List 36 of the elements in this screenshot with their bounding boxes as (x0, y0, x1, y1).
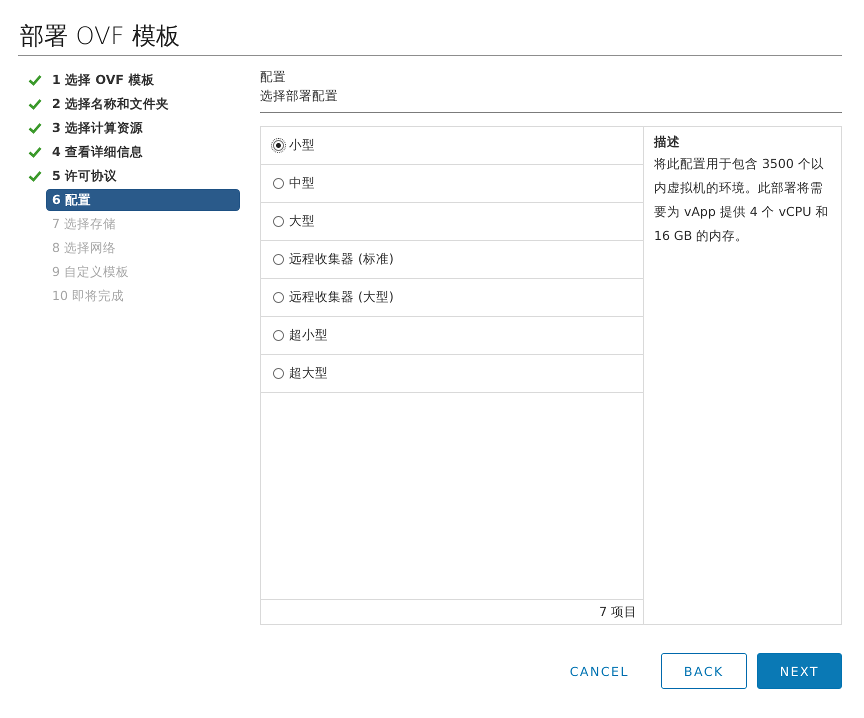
step-item[interactable]: 5 许可协议 (46, 165, 240, 187)
window-title: 部署 OVF 模板 (20, 21, 180, 52)
step-item[interactable]: 4 查看详细信息 (46, 141, 240, 163)
option-label: 中型 (289, 175, 315, 192)
radio-button[interactable] (273, 254, 284, 265)
option-row[interactable]: 超大型 (261, 355, 643, 393)
radio-button[interactable] (273, 330, 284, 341)
radio-button[interactable] (273, 140, 284, 151)
radio-button[interactable] (273, 292, 284, 303)
step-item[interactable]: 3 选择计算资源 (46, 117, 240, 139)
option-label: 小型 (289, 137, 315, 154)
option-row[interactable]: 远程收集器 (标准) (261, 241, 643, 279)
next-button[interactable]: NEXT (756, 653, 842, 689)
radio-button[interactable] (273, 178, 284, 189)
option-label: 超小型 (289, 327, 328, 344)
page-subtitle: 选择部署配置 (260, 87, 338, 105)
option-label: 远程收集器 (大型) (289, 289, 394, 306)
item-count: 7 项目 (599, 604, 637, 620)
option-label: 大型 (289, 213, 315, 230)
description-text: 将此配置用于包含 3500 个以内虚拟机的环境。此部署将需要为 vApp 提供 4 个 vCPU 和 16 GB 的内存。 (654, 155, 830, 245)
step-item[interactable]: 6 配置 (46, 189, 240, 211)
option-row[interactable]: 中型 (261, 165, 643, 203)
option-row[interactable]: 大型 (261, 203, 643, 241)
option-row[interactable]: 超小型 (261, 317, 643, 355)
cancel-button[interactable]: CANCEL (548, 653, 651, 689)
option-label: 超大型 (289, 365, 328, 382)
option-row[interactable]: 小型 (261, 127, 643, 165)
step-item[interactable]: 2 选择名称和文件夹 (46, 93, 240, 115)
option-row[interactable]: 远程收集器 (大型) (261, 279, 643, 317)
page-title: 配置 (260, 68, 286, 86)
back-button[interactable]: BACK (660, 653, 747, 689)
step-item[interactable]: 1 选择 OVF 模板 (46, 69, 240, 91)
description-title: 描述 (654, 133, 680, 151)
option-label: 远程收集器 (标准) (289, 251, 394, 268)
radio-button[interactable] (273, 216, 284, 227)
radio-button[interactable] (273, 368, 284, 379)
